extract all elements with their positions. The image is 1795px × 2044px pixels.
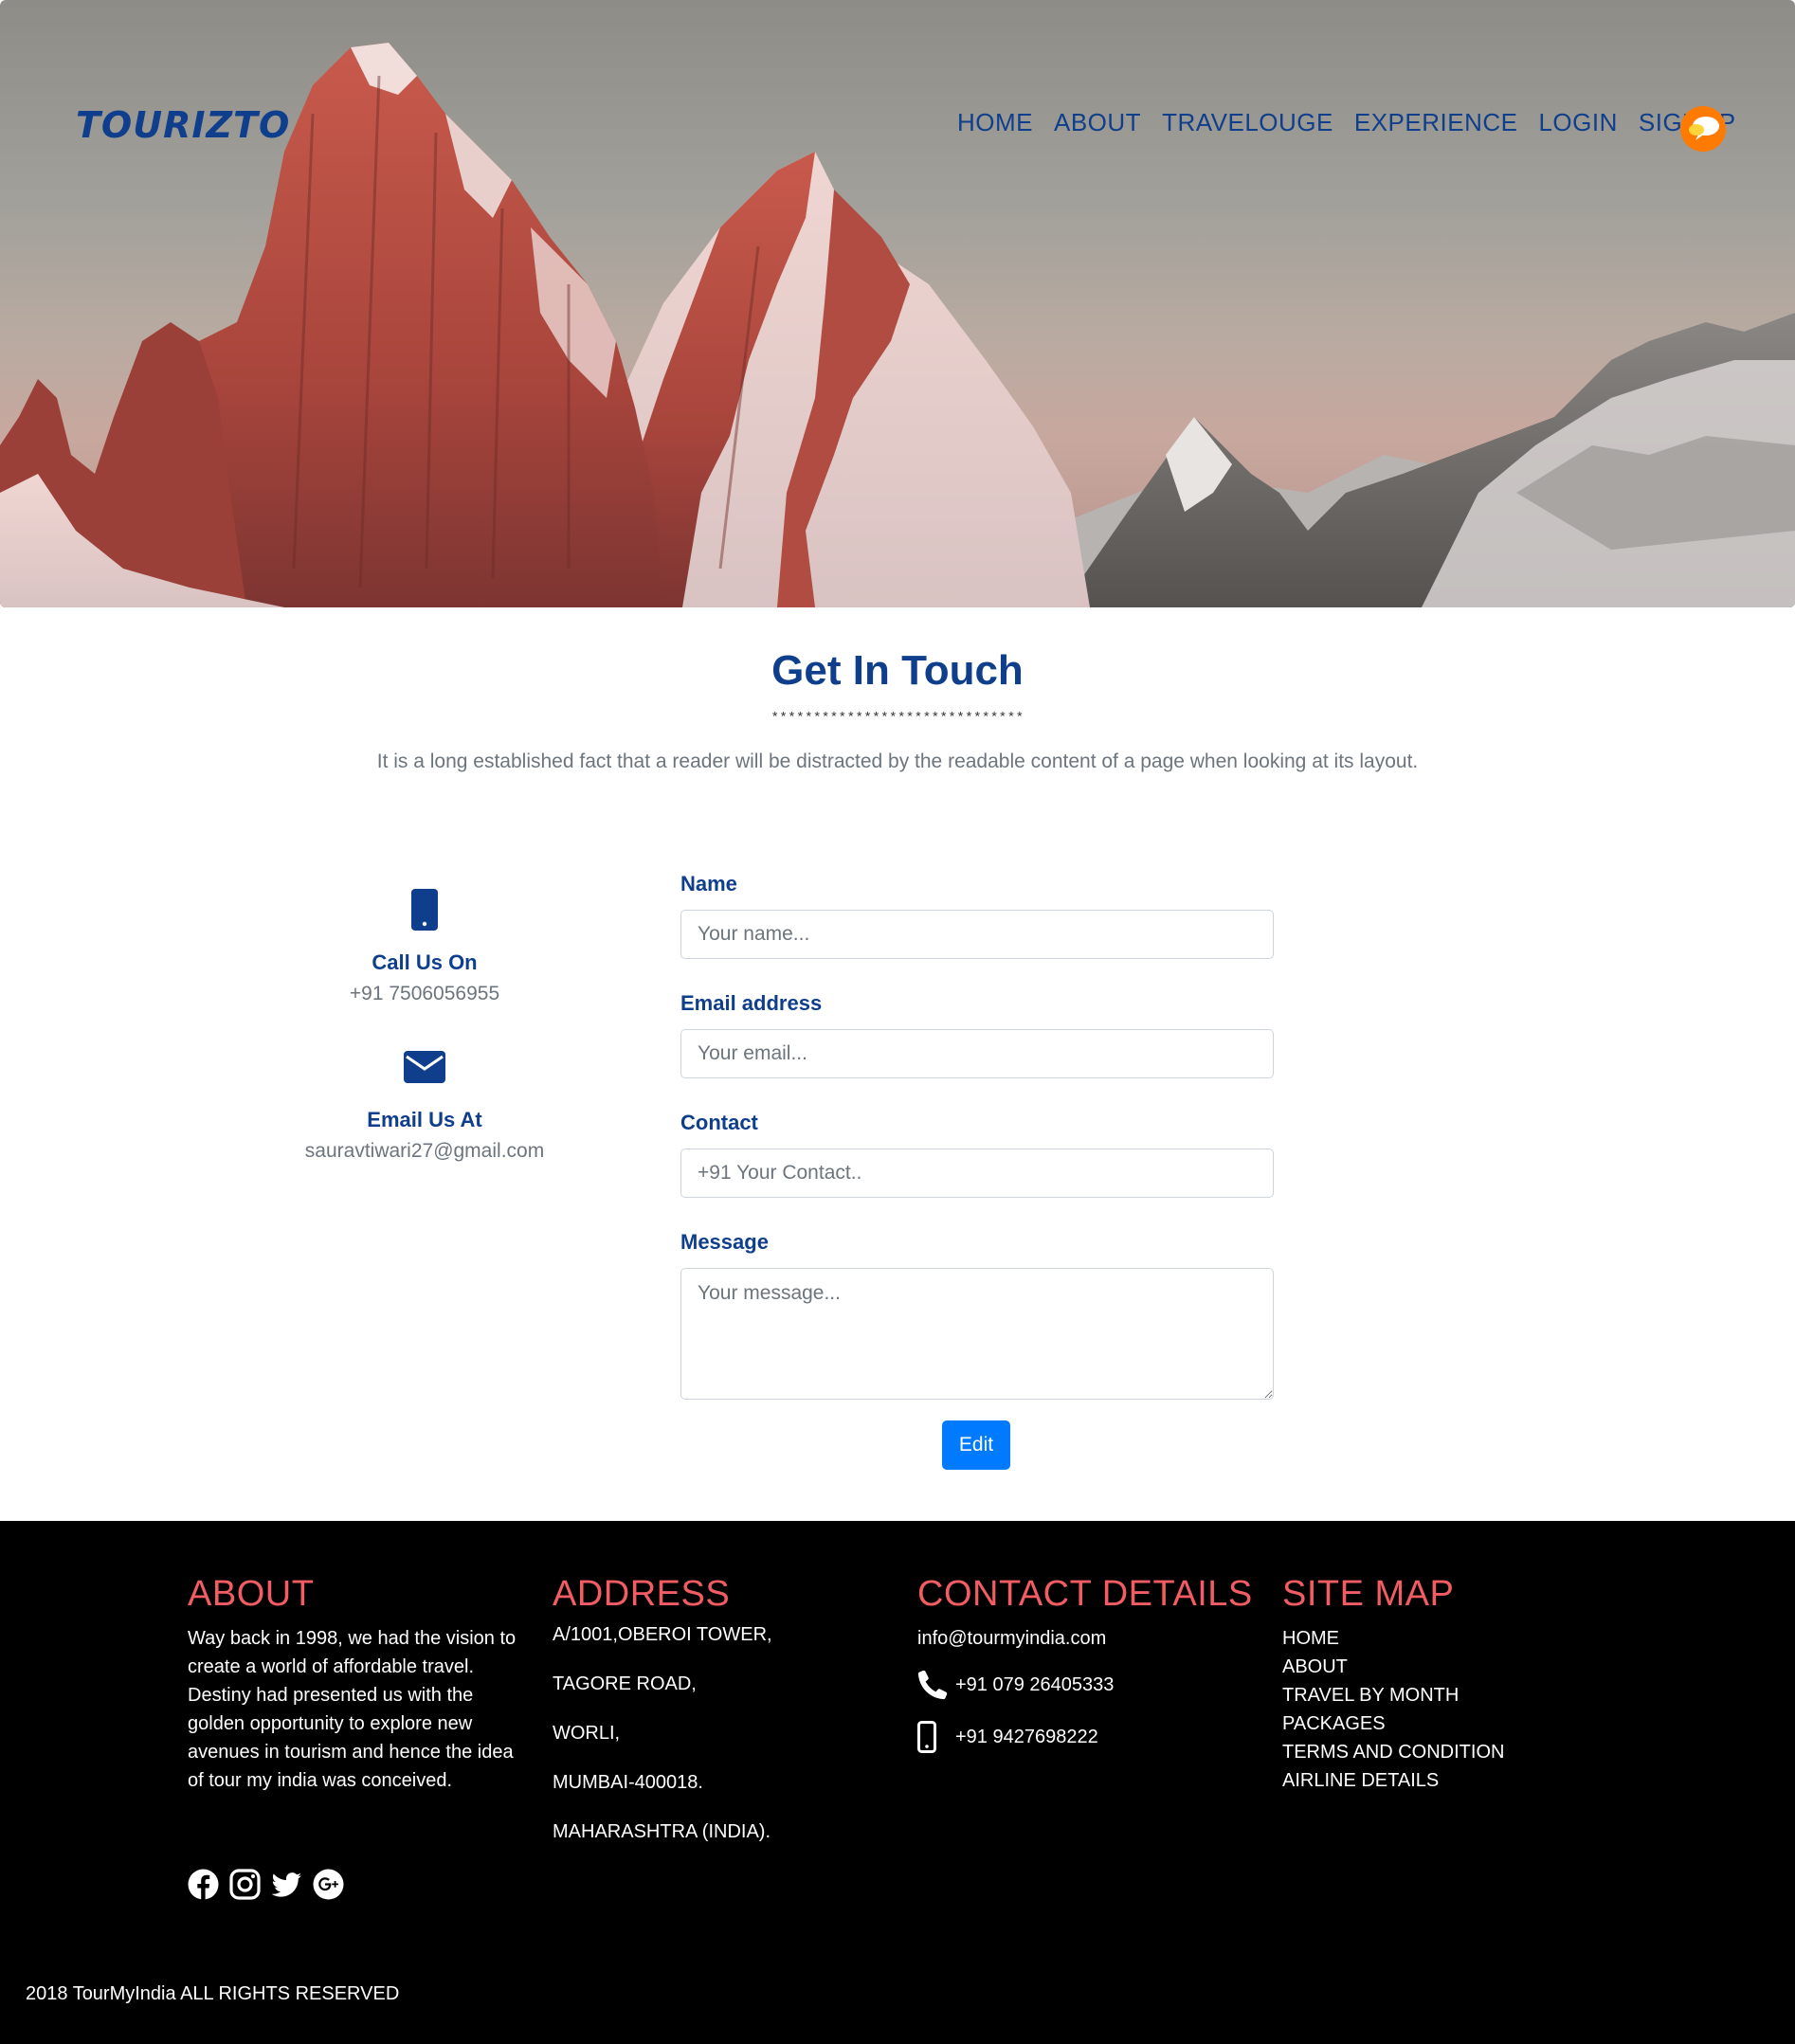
footer-phone[interactable]: +91 079 26405333 xyxy=(955,1674,1114,1696)
email-address: sauravtiwari27@gmail.com xyxy=(304,1140,545,1162)
page-title: Get In Touch xyxy=(0,647,1795,695)
contact-field-group: Contact xyxy=(680,1111,1274,1198)
nav-home[interactable]: HOME xyxy=(957,108,1033,137)
name-input[interactable] xyxy=(680,910,1274,959)
chat-bubble-avatar-icon[interactable] xyxy=(1680,106,1726,152)
nav-login[interactable]: LOGIN xyxy=(1538,108,1617,137)
contact-label: Contact xyxy=(680,1111,758,1134)
contact-input[interactable] xyxy=(680,1149,1274,1198)
mobile-phone-icon xyxy=(284,886,565,933)
sitemap-link-home[interactable]: HOME xyxy=(1282,1624,1504,1653)
edit-button[interactable]: Edit xyxy=(942,1420,1010,1470)
footer-mobile-row: +91 9427698222 xyxy=(917,1721,1253,1753)
message-label: Message xyxy=(680,1230,769,1254)
footer-about-heading: ABOUT xyxy=(188,1574,315,1614)
email-field-group: Email address xyxy=(680,991,1274,1078)
message-field-group: Message xyxy=(680,1230,1274,1404)
phone-icon xyxy=(917,1670,955,1700)
footer-contact-details: CONTACT DETAILS info@tourmyindia.com +91… xyxy=(917,1574,1253,1753)
footer-sitemap-heading: SITE MAP xyxy=(1282,1574,1455,1614)
call-number: +91 7506056955 xyxy=(349,983,500,1004)
footer: ABOUT Way back in 1998, we had the visio… xyxy=(0,1521,1795,2044)
email-input[interactable] xyxy=(680,1029,1274,1078)
contact-info: Call Us On +91 7506056955 Email Us At sa… xyxy=(284,886,565,1201)
nav-about[interactable]: ABOUT xyxy=(1054,108,1141,137)
main-nav: HOME ABOUT TRAVELOUGE EXPERIENCE LOGIN S… xyxy=(957,108,1736,137)
social-links xyxy=(188,1869,344,1900)
message-textarea[interactable] xyxy=(680,1268,1274,1400)
address-line: MAHARASHTRA (INDIA). xyxy=(553,1821,771,1842)
address-line: TAGORE ROAD, xyxy=(553,1673,697,1694)
footer-address-heading: ADDRESS xyxy=(553,1574,731,1614)
submit-wrap: Edit xyxy=(942,1420,1010,1470)
footer-email[interactable]: info@tourmyindia.com xyxy=(917,1624,1253,1653)
footer-address: ADDRESS A/1001,OBEROI TOWER, TAGORE ROAD… xyxy=(553,1574,772,1871)
footer-mobile[interactable]: +91 9427698222 xyxy=(955,1727,1098,1748)
sitemap-link-packages[interactable]: PACKAGES xyxy=(1282,1709,1504,1738)
footer-contact-heading: CONTACT DETAILS xyxy=(917,1574,1253,1614)
address-line: WORLI, xyxy=(553,1723,621,1744)
sitemap-link-about[interactable]: ABOUT xyxy=(1282,1653,1504,1681)
call-title: Call Us On xyxy=(372,950,478,974)
hero-banner: TOURIZTO HOME ABOUT TRAVELOUGE EXPERIENC… xyxy=(0,0,1795,607)
twitter-icon[interactable] xyxy=(271,1869,302,1900)
name-field-group: Name xyxy=(680,872,1274,959)
nav-travelouge[interactable]: TRAVELOUGE xyxy=(1162,108,1333,137)
title-divider: ****************************** xyxy=(771,711,1024,726)
name-label: Name xyxy=(680,872,737,895)
instagram-icon[interactable] xyxy=(229,1869,261,1900)
address-line: A/1001,OBEROI TOWER, xyxy=(553,1624,772,1645)
envelope-icon xyxy=(284,1043,565,1091)
footer-about-text: Way back in 1998, we had the vision to c… xyxy=(188,1628,517,1791)
title-bold: Touch xyxy=(901,647,1024,694)
google-plus-icon[interactable] xyxy=(313,1869,344,1900)
footer-sitemap: SITE MAP HOME ABOUT TRAVEL BY MONTH PACK… xyxy=(1282,1574,1504,1795)
footer-about: ABOUT Way back in 1998, we had the visio… xyxy=(188,1574,529,1795)
lead-text: It is a long established fact that a rea… xyxy=(376,751,1419,772)
facebook-icon[interactable] xyxy=(188,1869,219,1900)
sitemap-link-airline[interactable]: AIRLINE DETAILS xyxy=(1282,1766,1504,1795)
address-line: MUMBAI-400018. xyxy=(553,1772,703,1793)
title-light: Get In xyxy=(771,647,890,694)
email-label: Email address xyxy=(680,991,823,1015)
contact-form: Name Email address Contact Message xyxy=(680,872,1274,1437)
sitemap-link-travel-by-month[interactable]: TRAVEL BY MONTH xyxy=(1282,1681,1504,1709)
mountain-hero-image xyxy=(0,43,1795,607)
email-block: Email Us At sauravtiwari27@gmail.com xyxy=(284,1043,565,1163)
brand-logo[interactable]: TOURIZTO xyxy=(76,104,290,146)
call-block: Call Us On +91 7506056955 xyxy=(284,886,565,1005)
mobile-icon xyxy=(917,1721,955,1753)
sitemap-link-terms[interactable]: TERMS AND CONDITION xyxy=(1282,1738,1504,1766)
footer-phone-row: +91 079 26405333 xyxy=(917,1670,1253,1700)
nav-experience[interactable]: EXPERIENCE xyxy=(1354,108,1518,137)
copyright: 2018 TourMyIndia ALL RIGHTS RESERVED xyxy=(26,1983,400,2004)
email-title: Email Us At xyxy=(367,1108,482,1131)
